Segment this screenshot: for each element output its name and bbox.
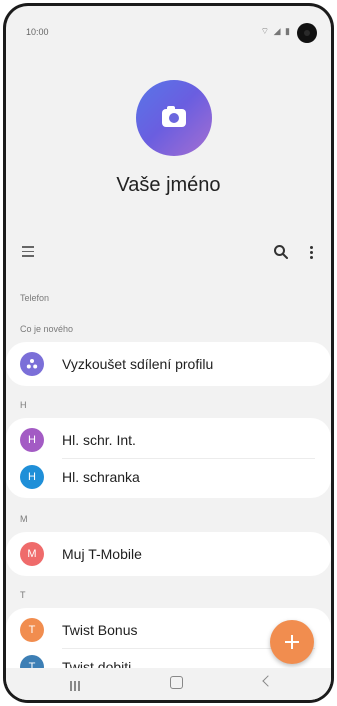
list-item[interactable]: Vyzkoušet sdílení profilu <box>6 346 331 382</box>
contact-name: Hl. schr. Int. <box>62 432 136 448</box>
status-icons: ⌔ ◢ ▮ <box>260 26 291 36</box>
back-icon[interactable] <box>262 675 274 687</box>
list-item[interactable]: H Hl. schr. Int. <box>6 422 331 458</box>
contact-name: Twist Bonus <box>62 622 138 638</box>
front-camera-icon <box>297 23 317 43</box>
whats-new-card: Vyzkoušet sdílení profilu <box>6 342 331 386</box>
profile-name[interactable]: Vaše jméno <box>6 174 331 197</box>
status-time: 10:00 <box>26 27 49 37</box>
contact-name: Muj T-Mobile <box>62 546 142 562</box>
camera-icon <box>162 106 186 127</box>
list-item[interactable]: H Hl. schranka <box>6 459 331 495</box>
phone-screen: 10:00 ⌔ ◢ ▮ Vaše jméno Telefon Co je nov… <box>6 6 331 700</box>
contact-card: M Muj T-Mobile <box>6 532 331 576</box>
avatar: T <box>20 618 44 642</box>
toolbar <box>6 242 331 266</box>
home-icon[interactable] <box>170 676 183 689</box>
list-item[interactable]: M Muj T-Mobile <box>6 536 331 572</box>
contact-card: H Hl. schr. Int. H Hl. schranka <box>6 418 331 498</box>
avatar: H <box>20 428 44 452</box>
status-bar: 10:00 ⌔ ◢ ▮ <box>6 6 331 46</box>
share-profile-icon <box>20 352 44 376</box>
more-options-icon[interactable] <box>308 246 314 260</box>
contact-name: Hl. schranka <box>62 469 140 485</box>
search-icon[interactable] <box>273 244 289 260</box>
profile-avatar-button[interactable] <box>136 80 212 156</box>
group-letter: T <box>20 590 26 600</box>
whats-new-label: Co je nového <box>20 324 74 334</box>
recents-icon[interactable] <box>70 678 82 691</box>
contact-name: Vyzkoušet sdílení profilu <box>62 356 214 372</box>
section-label: Telefon <box>20 293 50 303</box>
group-letter: M <box>20 514 28 524</box>
avatar: H <box>20 465 44 489</box>
group-letter: H <box>20 400 27 410</box>
avatar: M <box>20 542 44 566</box>
menu-icon[interactable] <box>22 246 34 257</box>
add-contact-button[interactable] <box>270 620 314 664</box>
navigation-bar <box>6 668 331 700</box>
